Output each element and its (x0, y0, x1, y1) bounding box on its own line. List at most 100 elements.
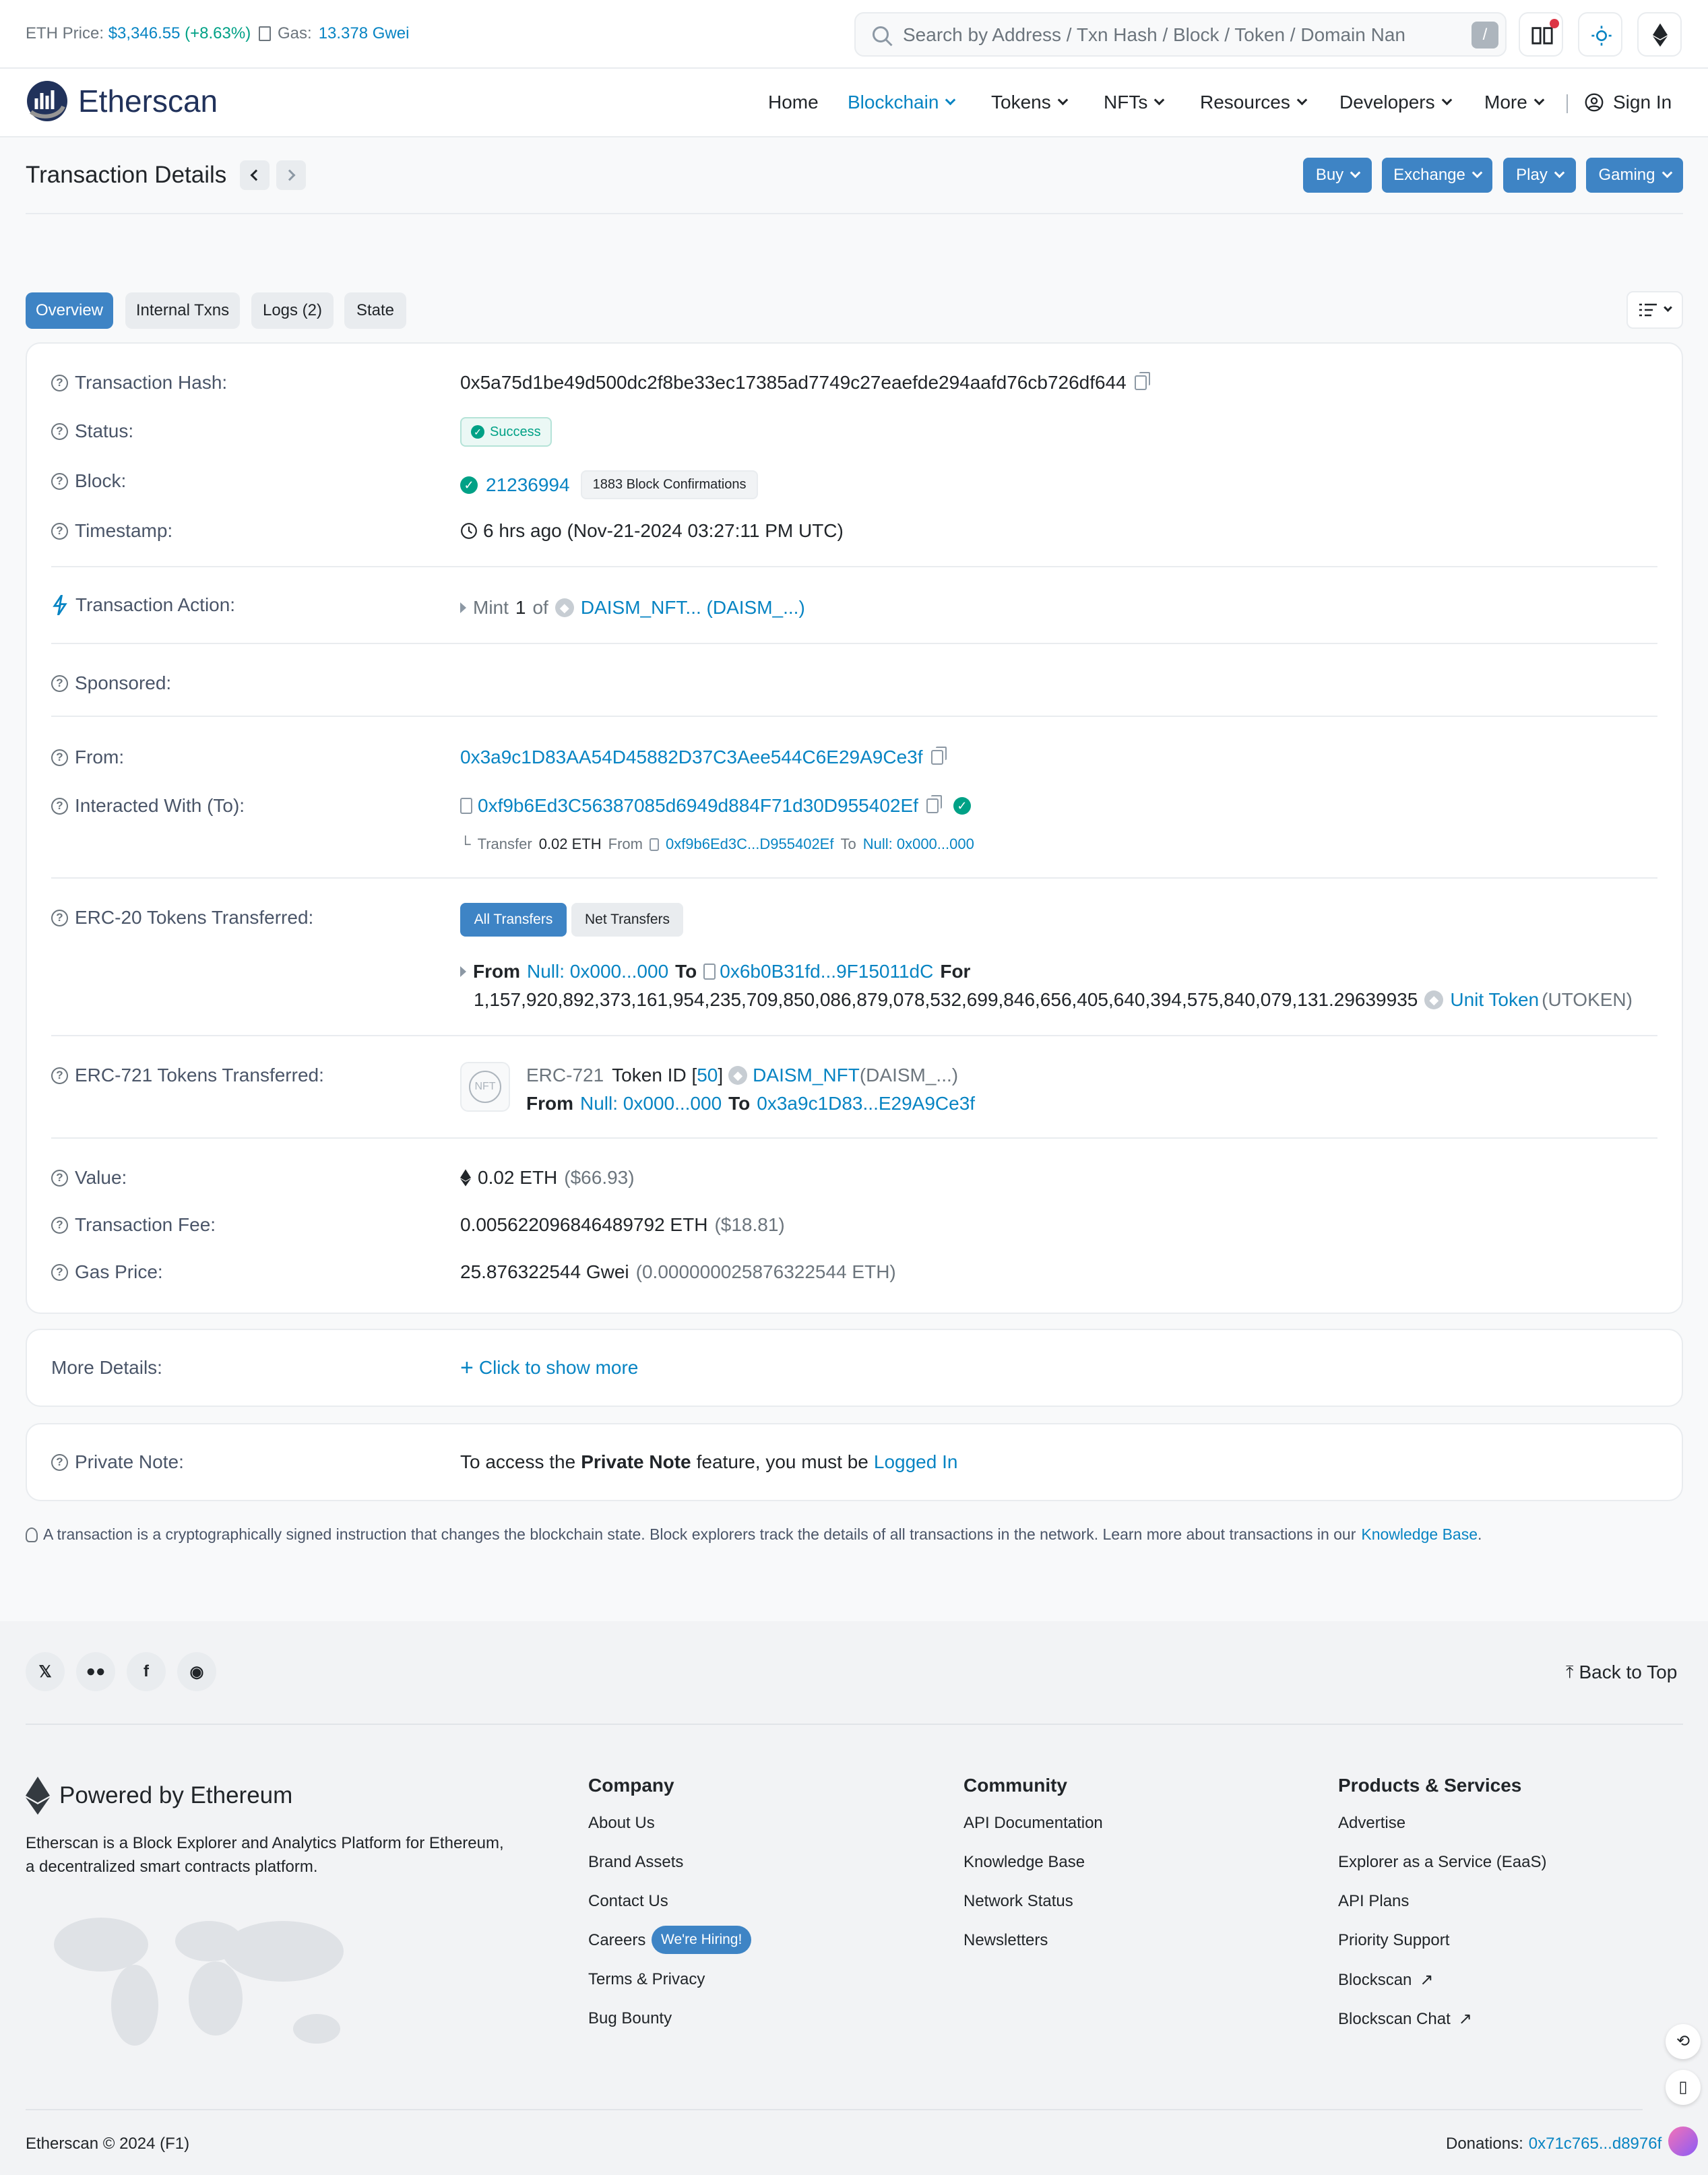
erc20-label: ? ERC-20 Tokens Transferred: (51, 907, 313, 928)
view-options-button[interactable] (1626, 291, 1683, 329)
caret-right-icon[interactable] (460, 602, 466, 613)
gas-value[interactable]: 13.378 Gwei (319, 24, 410, 43)
erc721-tokenid[interactable]: 50 (697, 1065, 718, 1086)
medium-social-icon[interactable]: ●● (76, 1652, 115, 1691)
value-value: 0.02 ETH ($66.93) (460, 1167, 635, 1189)
hiring-badge[interactable]: We're Hiring! (652, 1926, 752, 1954)
tab-overview[interactable]: Overview (26, 292, 113, 329)
footer-link-bug-bounty[interactable]: Bug Bounty (588, 2009, 672, 2028)
network-button[interactable] (1637, 12, 1682, 57)
etherscan-logo-icon (27, 81, 67, 121)
nav-developers[interactable]: Developers (1339, 92, 1452, 113)
footer-link-eaas[interactable]: Explorer as a Service (EaaS) (1338, 1853, 1546, 1872)
help-icon: ? (51, 422, 68, 440)
sign-in-link[interactable]: Sign In (1585, 92, 1672, 113)
footer-link-brand-assets[interactable]: Brand Assets (588, 1853, 683, 1872)
copy-icon[interactable] (930, 747, 947, 765)
footer-link-network-status[interactable]: Network Status (963, 1892, 1073, 1911)
theme-toggle-button[interactable] (1578, 12, 1622, 57)
next-txn-button[interactable] (276, 160, 306, 190)
nav-nfts[interactable]: NFTs (1104, 92, 1165, 113)
to-address[interactable]: 0xf9b6Ed3C56387085d6949d884F71d30D955402… (478, 795, 918, 817)
prev-txn-button[interactable] (240, 160, 270, 190)
footer-link-about[interactable]: About Us (588, 1814, 655, 1833)
sponsored-label: ? Sponsored: (51, 672, 171, 694)
overview-card (26, 342, 1683, 1314)
ethereum-icon (26, 1776, 50, 1815)
help-icon: ? (51, 1067, 68, 1084)
ai-assistant-icon[interactable] (1668, 2126, 1698, 2156)
divider (51, 877, 1657, 879)
gas-info: Gas: 13.378 Gwei (259, 24, 409, 43)
footer-link-blockscan[interactable]: Blockscan ↗ (1338, 1970, 1434, 1990)
brand-logo[interactable]: Etherscan (26, 80, 218, 123)
nav-home[interactable]: Home (768, 92, 819, 113)
products-title: Products & Services (1338, 1775, 1522, 1796)
nav-resources[interactable]: Resources (1200, 92, 1308, 113)
nav-tokens[interactable]: Tokens (991, 92, 1068, 113)
login-link[interactable]: Logged In (874, 1451, 958, 1473)
timestamp-value: 6 hrs ago (Nov-21-2024 03:27:11 PM UTC) (460, 520, 844, 542)
erc20-to-address[interactable]: 0x6b0B31fd...9F15011dC (720, 961, 933, 982)
search-icon (873, 26, 893, 46)
footer-link-advertise[interactable]: Advertise (1338, 1814, 1405, 1833)
top-bar: ETH Price: $3,346.55 (+8.63%) Gas: 13.37… (0, 0, 1708, 69)
gaming-button[interactable]: Gaming (1586, 158, 1683, 193)
action-token-link[interactable]: DAISM_NFT... (DAISM_...) (581, 597, 805, 619)
erc20-token-link[interactable]: Unit Token (1450, 989, 1539, 1011)
nft-thumbnail[interactable]: NFT (460, 1062, 510, 1112)
help-icon: ? (51, 1453, 68, 1471)
reddit-social-icon[interactable]: ◉ (177, 1652, 216, 1691)
search-box[interactable]: Search by Address / Txn Hash / Block / T… (854, 12, 1507, 57)
exchange-button[interactable]: Exchange (1382, 158, 1492, 193)
block-number[interactable]: 21236994 (486, 474, 570, 496)
fee-label: ? Transaction Fee: (51, 1214, 216, 1236)
internal-from-address[interactable]: 0xf9b6Ed3C...D955402Ef (666, 836, 834, 853)
eth-price-value[interactable]: $3,346.55 (108, 24, 181, 42)
footer-link-newsletters[interactable]: Newsletters (963, 1931, 1048, 1950)
powered-by: Powered by Ethereum (26, 1776, 292, 1815)
caret-right-icon[interactable] (460, 966, 466, 977)
nav-blockchain[interactable]: Blockchain (848, 92, 956, 113)
footer-link-terms[interactable]: Terms & Privacy (588, 1970, 705, 1989)
footer-link-api-plans[interactable]: API Plans (1338, 1892, 1409, 1911)
footer-link-knowledge-base[interactable]: Knowledge Base (963, 1853, 1085, 1872)
tab-logs[interactable]: Logs (2) (251, 292, 334, 329)
play-button[interactable]: Play (1503, 158, 1576, 193)
footer-link-contact[interactable]: Contact Us (588, 1892, 668, 1911)
nav-more[interactable]: More (1484, 92, 1545, 113)
reader-button[interactable]: ▯ (1666, 2070, 1701, 2105)
x-social-icon[interactable]: 𝕏 (26, 1652, 65, 1691)
header-divider (26, 213, 1683, 214)
from-address[interactable]: 0x3a9c1D83AA54D45882D37C3Aee544C6E29A9Ce… (460, 747, 923, 768)
knowledge-base-link[interactable]: Knowledge Base (1361, 1525, 1478, 1544)
book-button[interactable] (1519, 12, 1563, 57)
contract-icon (649, 838, 659, 851)
erc721-to-address[interactable]: 0x3a9c1D83...E29A9Ce3f (757, 1093, 975, 1114)
donation-address[interactable]: 0x71c765...d8976f (1529, 2135, 1662, 2153)
buy-button[interactable]: Buy (1303, 158, 1372, 193)
search-input[interactable]: Search by Address / Txn Hash / Block / T… (903, 24, 1405, 46)
show-more-link[interactable]: + Click to show more (460, 1356, 638, 1379)
footer-link-priority-support[interactable]: Priority Support (1338, 1931, 1449, 1950)
erc20-from-address[interactable]: Null: 0x000...000 (527, 961, 668, 982)
footer-link-api-docs[interactable]: API Documentation (963, 1814, 1103, 1833)
copy-icon[interactable] (926, 795, 942, 813)
internal-to-address[interactable]: Null: 0x000...000 (863, 836, 974, 853)
footer-link-careers[interactable]: Careers (588, 1931, 645, 1950)
tab-internal-txns[interactable]: Internal Txns (125, 292, 240, 329)
footer-link-blockscan-chat[interactable]: Blockscan Chat ↗ (1338, 2009, 1472, 2029)
erc721-token-link[interactable]: DAISM_NFT (753, 1065, 860, 1086)
erc721-from-address[interactable]: Null: 0x000...000 (580, 1093, 722, 1114)
facebook-social-icon[interactable]: f (127, 1652, 166, 1691)
translate-button[interactable]: ⟲ (1666, 2024, 1701, 2059)
back-to-top-link[interactable]: ⤒ Back to Top (1566, 1662, 1677, 1683)
tab-state[interactable]: State (344, 292, 406, 329)
help-icon: ? (51, 374, 68, 391)
sign-in-label: Sign In (1613, 92, 1672, 113)
copy-icon[interactable] (1134, 372, 1150, 390)
eth-price: ETH Price: $3,346.55 (+8.63%) (26, 24, 251, 43)
company-title: Company (588, 1775, 674, 1796)
erc20-tab-all[interactable]: All Transfers (460, 903, 567, 937)
erc20-tab-net[interactable]: Net Transfers (571, 903, 683, 937)
